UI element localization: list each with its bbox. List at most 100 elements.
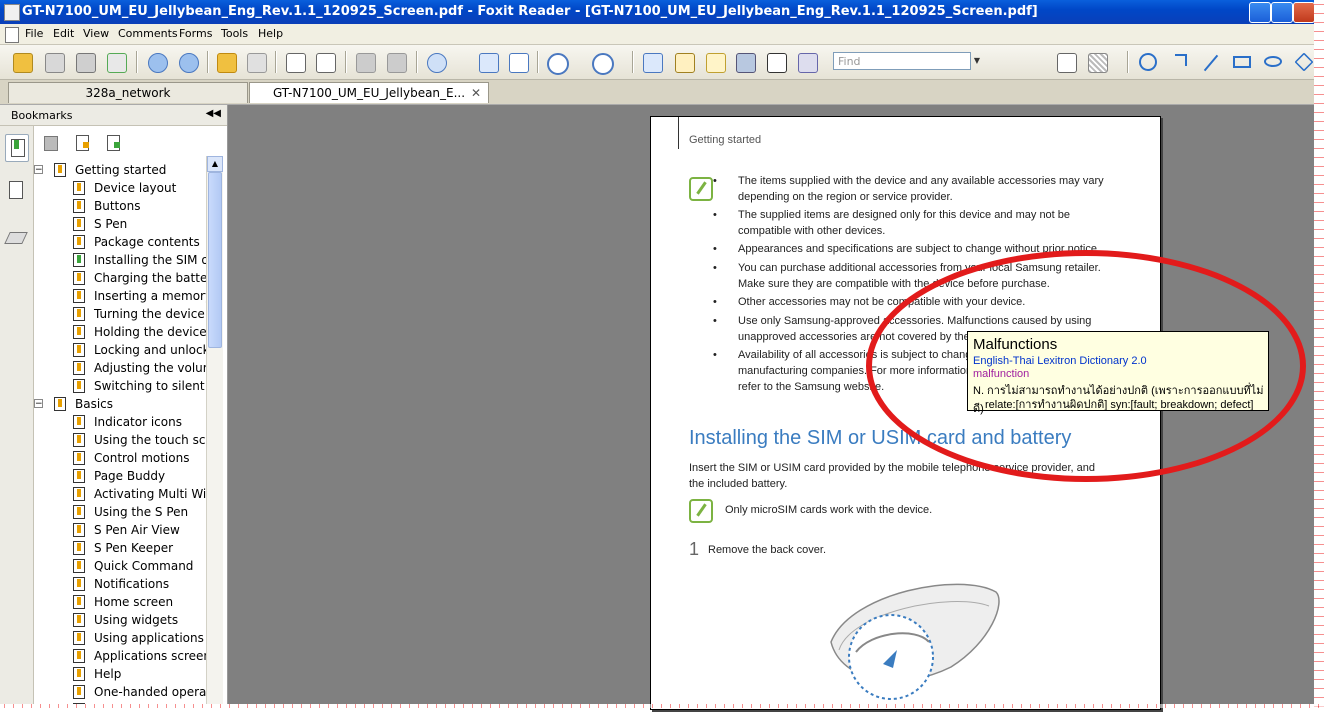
print-icon[interactable]: [73, 51, 97, 73]
bookmark-label: Locking and unlockin: [94, 343, 206, 357]
fit-width-icon[interactable]: [506, 51, 530, 73]
circle-icon[interactable]: [1136, 51, 1160, 73]
tooltip-dictionary-name: English-Thai Lexitron Dictionary 2.0: [973, 355, 1147, 367]
snapshot-icon[interactable]: [795, 51, 819, 73]
bookmark-label: Adjusting the volum: [94, 361, 206, 375]
undo-icon[interactable]: [353, 51, 377, 73]
close-tab-icon[interactable]: ✕: [471, 83, 481, 103]
tab-328a-network[interactable]: 328a_network: [8, 82, 248, 103]
scroll-up-icon[interactable]: ▲: [207, 156, 223, 172]
menu-edit[interactable]: Edit: [53, 27, 74, 40]
page-header: Getting started: [689, 134, 762, 146]
extract-page-icon[interactable]: [283, 51, 307, 73]
bookmark-label: Device layout: [94, 181, 177, 195]
back-icon[interactable]: [214, 51, 238, 73]
bookmark-icon: [73, 559, 85, 573]
bullet-item: You can purchase additional accessories …: [713, 260, 1121, 292]
save-icon[interactable]: [42, 51, 66, 73]
note-pencil-icon: [689, 177, 713, 201]
tooltip-word: malfunction: [973, 368, 1030, 380]
pdf-app-icon: [4, 4, 20, 21]
bookmark-label: Help: [94, 667, 122, 681]
maximize-button[interactable]: [1271, 2, 1293, 23]
menu-tools[interactable]: Tools: [221, 27, 248, 40]
bookmark-icon: [73, 415, 85, 429]
pattern-icon[interactable]: [1085, 51, 1109, 73]
redo-icon[interactable]: [384, 51, 408, 73]
bookmark-label: One-handed operatio: [94, 685, 206, 699]
zoom-in-icon[interactable]: [424, 51, 448, 73]
title-bar: GT-N7100_UM_EU_Jellybean_Eng_Rev.1.1_120…: [0, 0, 1314, 24]
tooltip-related: relate:[การทำงานผิดปกติ] syn:[fault; bre…: [985, 399, 1254, 411]
bookmark-icon: [73, 541, 85, 555]
forward-icon[interactable]: [244, 51, 268, 73]
text-select-icon[interactable]: [672, 51, 696, 73]
rectangle-icon[interactable]: [1230, 51, 1254, 73]
find-dropdown-icon[interactable]: ▼: [972, 52, 982, 70]
menu-help[interactable]: Help: [258, 27, 283, 40]
bookmark-properties-icon[interactable]: [105, 134, 121, 151]
bookmark-label: Page Buddy: [94, 469, 166, 483]
bookmark-icon: [73, 343, 85, 357]
line-icon[interactable]: [1199, 51, 1223, 73]
section-title: Installing the SIM or USIM card and batt…: [689, 427, 1072, 449]
tab-gt-n7100-manual[interactable]: GT-N7100_UM_EU_Jellybean_E... ✕: [249, 82, 489, 103]
bookmark-label: Home screen: [94, 595, 174, 609]
menu-view[interactable]: View: [83, 27, 109, 40]
find-input[interactable]: Find: [833, 52, 971, 70]
page-down-icon[interactable]: [176, 51, 200, 73]
bookmark-label: Notifications: [94, 577, 170, 591]
collapse-toggle-icon[interactable]: −: [34, 399, 43, 409]
note-icon[interactable]: [1054, 51, 1078, 73]
bookmark-label: Getting started: [75, 163, 167, 177]
step-number: 1: [689, 539, 700, 559]
bookmark-label: Using applications: [94, 631, 204, 645]
bookmark-icon: [73, 361, 85, 375]
select-arrow-icon[interactable]: [703, 51, 727, 73]
scrollbar-thumb[interactable]: [208, 172, 222, 348]
bookmark-label: S Pen Air View: [94, 523, 180, 537]
bookmark-icon: [73, 271, 85, 285]
email-icon[interactable]: [104, 51, 128, 73]
hand-tool-icon[interactable]: [640, 51, 664, 73]
bookmark-label: Control motions: [94, 451, 190, 465]
zoom-in-circle-icon[interactable]: [589, 51, 614, 75]
bookmark-label: Inserting a memory c: [94, 289, 206, 303]
add-bookmark-icon[interactable]: [74, 134, 90, 151]
fit-page-icon[interactable]: [476, 51, 500, 73]
polygon-icon[interactable]: [1292, 51, 1314, 73]
ellipse-icon[interactable]: [1261, 51, 1285, 73]
collapse-panel-icon[interactable]: ◀◀: [206, 108, 221, 119]
layers-tab-icon[interactable]: [4, 224, 28, 250]
pages-tab-icon[interactable]: [5, 178, 27, 204]
close-button[interactable]: [1293, 2, 1314, 23]
delete-bookmark-icon[interactable]: [42, 134, 58, 151]
binoculars-icon[interactable]: [733, 51, 757, 73]
bookmark-icon: [54, 397, 66, 411]
page-up-icon[interactable]: [145, 51, 169, 73]
zoom-out-circle-icon[interactable]: [544, 51, 569, 75]
bookmark-icon: [54, 163, 66, 177]
bookmark-icon: [73, 487, 85, 501]
bookmark-icon: [73, 631, 85, 645]
bookmark-label: Switching to silent m: [94, 379, 206, 393]
typewriter-icon[interactable]: [764, 51, 788, 73]
bookmark-icon: [73, 199, 85, 213]
bookmarks-scrollbar[interactable]: ▲: [206, 156, 223, 704]
bookmark-icon: [73, 325, 85, 339]
bookmarks-tab-icon[interactable]: [5, 134, 29, 162]
bookmark-label: Activating Multi Wind: [94, 487, 206, 501]
menu-comments[interactable]: Comments: [118, 27, 178, 40]
bookmark-label: Quick Command: [94, 559, 194, 573]
collapse-toggle-icon[interactable]: −: [34, 165, 43, 175]
open-folder-icon[interactable]: [10, 51, 34, 73]
bookmark-icon: [73, 307, 85, 321]
arrow-icon[interactable]: [1167, 51, 1191, 73]
phone-back-cover-illustration: [830, 583, 1000, 700]
minimize-button[interactable]: [1249, 2, 1271, 23]
menu-forms[interactable]: Forms: [179, 27, 212, 40]
bookmark-label: Turning the device o: [94, 307, 206, 321]
insert-page-icon[interactable]: [313, 51, 337, 73]
bookmark-icon: [73, 379, 85, 393]
menu-file[interactable]: File: [25, 27, 43, 40]
